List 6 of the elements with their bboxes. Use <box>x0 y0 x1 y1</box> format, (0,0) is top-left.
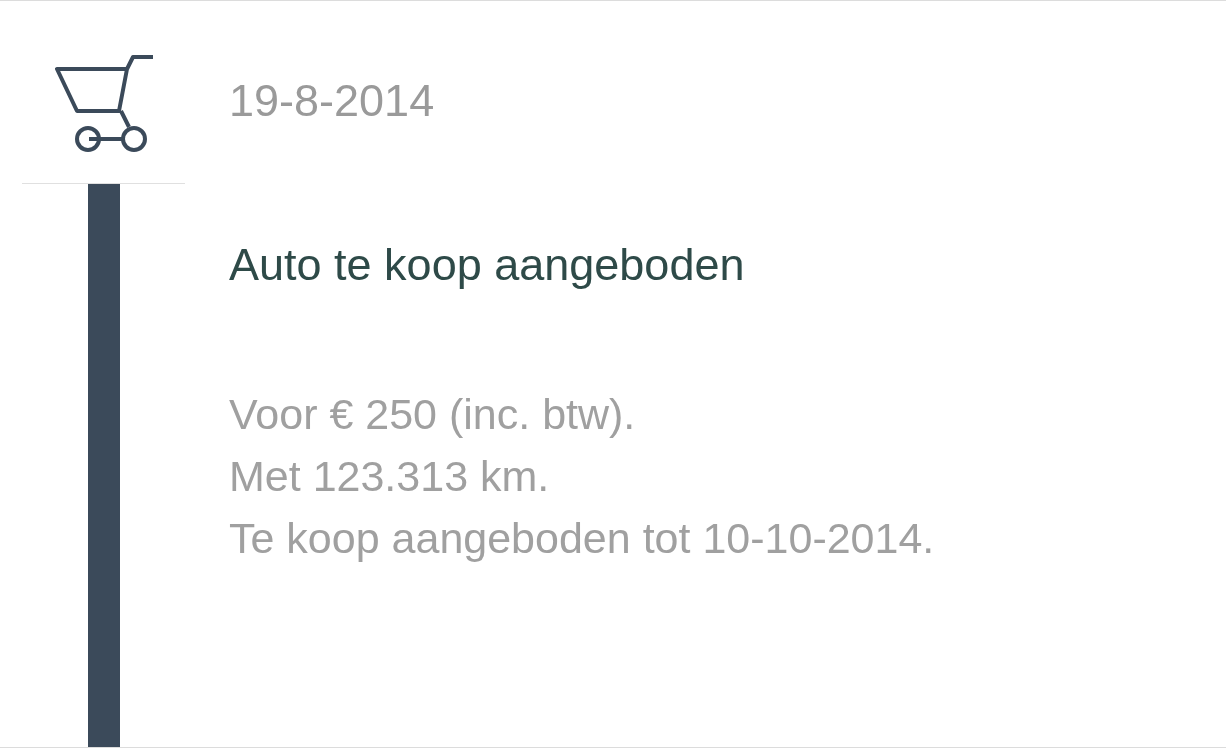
event-date: 19-8-2014 <box>229 77 436 125</box>
event-detail: Met 123.313 km. <box>229 451 551 502</box>
event-title: Auto te koop aangeboden <box>229 241 746 289</box>
event-detail: Te koop aangeboden tot 10-10-2014. <box>229 513 935 564</box>
shopping-cart-icon <box>55 55 155 155</box>
event-detail: Voor € 250 (inc. btw). <box>229 389 637 440</box>
